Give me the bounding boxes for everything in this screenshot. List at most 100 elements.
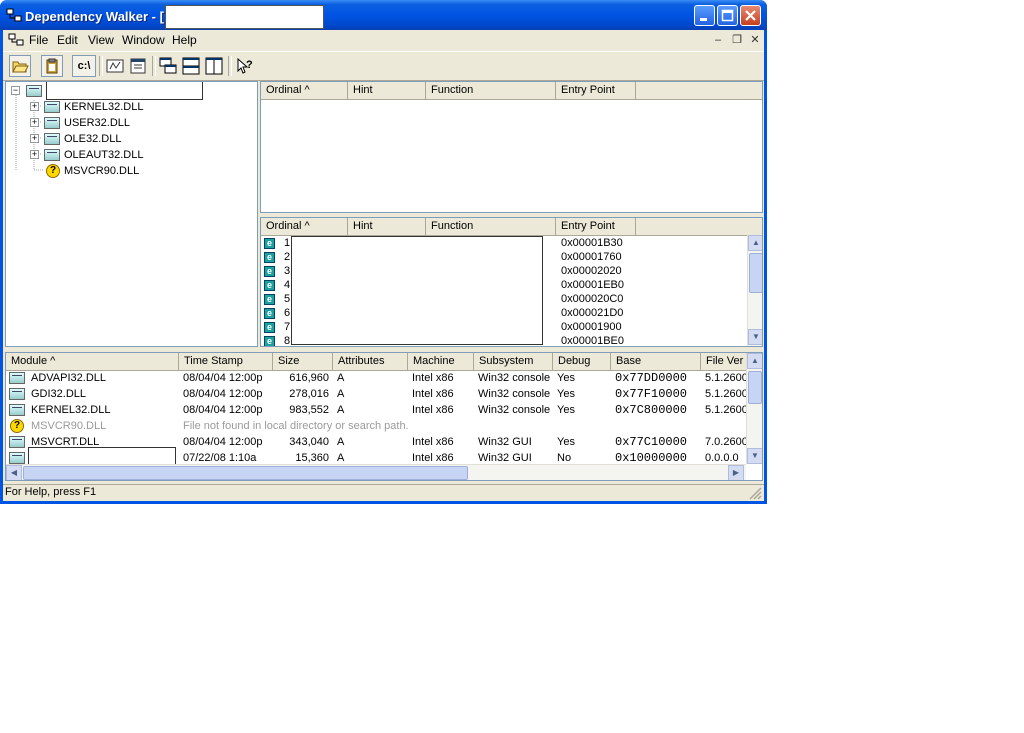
mdi-document-icon[interactable] <box>8 33 24 47</box>
imports-pane[interactable]: Ordinal ^ Hint Function Entry Point <box>260 81 763 213</box>
module-subsystem: Win32 console <box>478 372 551 384</box>
col-ordinal[interactable]: Ordinal ^ <box>261 82 348 99</box>
col-attributes[interactable]: Attributes <box>333 353 408 370</box>
expand-toggle[interactable]: + <box>30 118 39 127</box>
undecorate-button[interactable] <box>104 55 126 77</box>
menu-file[interactable]: File <box>29 33 48 47</box>
tree-item[interactable]: + OLE32.DLL <box>6 131 256 147</box>
export-entry-point: 0x00001760 <box>561 251 622 263</box>
col-hint[interactable]: Hint <box>348 82 426 99</box>
title-bar[interactable]: Dependency Walker - [ <box>0 0 767 30</box>
tree-item[interactable]: + OLEAUT32.DLL <box>6 147 256 163</box>
module-filever: 5.1.2600 <box>705 388 746 400</box>
col-entry-point[interactable]: Entry Point <box>556 218 636 235</box>
module-row[interactable]: ? MSVCR90.DLL File not found in local dire… <box>6 418 746 434</box>
mdi-close-icon[interactable]: ✕ <box>748 34 762 46</box>
module-timestamp: 08/04/04 12:00p <box>183 404 263 416</box>
modules-list-pane[interactable]: Module ^ Time Stamp Size Attributes Mach… <box>5 352 763 481</box>
scroll-up-icon[interactable]: ▲ <box>747 353 762 369</box>
col-module[interactable]: Module ^ <box>6 353 179 370</box>
exports-header: Ordinal ^ Hint Function Entry Point <box>261 218 762 236</box>
module-icon <box>9 404 25 416</box>
module-machine: Intel x86 <box>412 404 454 416</box>
module-subsystem: Win32 console <box>478 388 551 400</box>
mdi-restore-icon[interactable]: ❐ <box>730 34 744 46</box>
export-function-icon: e <box>264 266 275 277</box>
expand-toggle[interactable]: + <box>30 102 39 111</box>
module-subsystem: Win32 console <box>478 404 551 416</box>
col-machine[interactable]: Machine <box>408 353 474 370</box>
col-function[interactable]: Function <box>426 82 556 99</box>
modules-horizontal-scrollbar[interactable]: ◀ ▶ <box>6 464 746 480</box>
col-base[interactable]: Base <box>611 353 701 370</box>
export-entry-point: 0x000021D0 <box>561 307 624 319</box>
tree-item-label: OLEAUT32.DLL <box>64 149 144 161</box>
menu-window[interactable]: Window <box>122 33 165 47</box>
tree-item-label: KERNEL32.DLL <box>64 101 144 113</box>
module-subsystem: Win32 GUI <box>478 436 532 448</box>
module-not-found-note: File not found in local directory or sea… <box>183 420 409 432</box>
modules-vertical-scrollbar[interactable]: ▲ ▼ <box>746 353 762 464</box>
folder-open-icon <box>12 61 29 73</box>
exports-vertical-scrollbar[interactable]: ▲ ▼ <box>747 235 762 346</box>
col-subsystem[interactable]: Subsystem <box>474 353 553 370</box>
scroll-thumb[interactable] <box>23 466 468 480</box>
window-title: Dependency Walker - [ <box>25 9 164 24</box>
close-icon <box>745 10 756 21</box>
module-size: 343,040 <box>289 436 329 448</box>
menu-view[interactable]: View <box>88 33 114 47</box>
col-entry-point[interactable]: Entry Point <box>556 82 636 99</box>
export-ordinal: 1 <box>284 237 291 249</box>
scroll-right-icon[interactable]: ▶ <box>728 465 744 480</box>
module-machine: Intel x86 <box>412 436 454 448</box>
expand-toggle[interactable]: + <box>30 150 39 159</box>
col-ordinal[interactable]: Ordinal ^ <box>261 218 348 235</box>
module-row[interactable]: KERNEL32.DLL 08/04/04 12:00p 983,552 A Intel… <box>6 402 746 418</box>
copy-button[interactable] <box>41 55 63 77</box>
exports-pane[interactable]: Ordinal ^ Hint Function Entry Point e 1 0x… <box>260 217 763 347</box>
expand-toggle[interactable]: + <box>30 134 39 143</box>
tile-horizontal-button[interactable] <box>180 55 202 77</box>
menu-help[interactable]: Help <box>172 33 197 47</box>
mdi-minimize-icon[interactable]: – <box>711 34 725 46</box>
export-function-icon: e <box>264 308 275 319</box>
col-time-stamp[interactable]: Time Stamp <box>179 353 273 370</box>
module-name-redaction <box>28 447 176 465</box>
maximize-button[interactable] <box>717 5 738 26</box>
module-row[interactable]: GDI32.DLL 08/04/04 12:00p 278,016 A Intel x8… <box>6 386 746 402</box>
col-size[interactable]: Size <box>273 353 333 370</box>
cascade-button[interactable] <box>157 55 179 77</box>
tree-item[interactable]: + KERNEL32.DLL <box>6 99 256 115</box>
menu-edit[interactable]: Edit <box>57 33 78 47</box>
scroll-thumb[interactable] <box>748 371 762 404</box>
module-icon <box>44 101 60 113</box>
scroll-down-icon[interactable]: ▼ <box>747 448 762 464</box>
close-button[interactable] <box>740 5 761 26</box>
dependency-walker-icon <box>6 8 22 22</box>
full-paths-button[interactable]: c:\ <box>72 55 96 77</box>
export-ordinal: 4 <box>284 279 291 291</box>
context-help-button[interactable]: ? <box>234 55 256 77</box>
module-filever: 5.1.2600 <box>705 372 746 384</box>
tile-vertical-button[interactable] <box>203 55 225 77</box>
missing-module-icon: ? <box>10 419 24 433</box>
minimize-button[interactable] <box>694 5 715 26</box>
col-function[interactable]: Function <box>426 218 556 235</box>
modules-header: Module ^ Time Stamp Size Attributes Mach… <box>6 353 762 371</box>
col-debug[interactable]: Debug <box>553 353 611 370</box>
scroll-down-icon[interactable]: ▼ <box>748 329 762 345</box>
properties-button[interactable] <box>127 55 149 77</box>
toolbar-separator <box>152 56 156 76</box>
scroll-left-icon[interactable]: ◀ <box>6 465 22 480</box>
module-tree-pane[interactable]: − + KERNEL32.DLL + USER32.DLL + OLE32.DLL + OLE… <box>5 81 258 347</box>
col-hint[interactable]: Hint <box>348 218 426 235</box>
module-size: 983,552 <box>289 404 329 416</box>
tree-item[interactable]: ? MSVCR90.DLL <box>6 163 256 179</box>
module-row[interactable]: ADVAPI32.DLL 08/04/04 12:00p 616,960 A Intel… <box>6 370 746 386</box>
resize-grip-icon[interactable] <box>749 487 762 500</box>
scroll-thumb[interactable] <box>749 253 762 293</box>
open-button[interactable] <box>9 55 31 77</box>
tree-item-label: MSVCR90.DLL <box>64 165 140 177</box>
tree-item[interactable]: + USER32.DLL <box>6 115 256 131</box>
scroll-up-icon[interactable]: ▲ <box>748 235 762 251</box>
